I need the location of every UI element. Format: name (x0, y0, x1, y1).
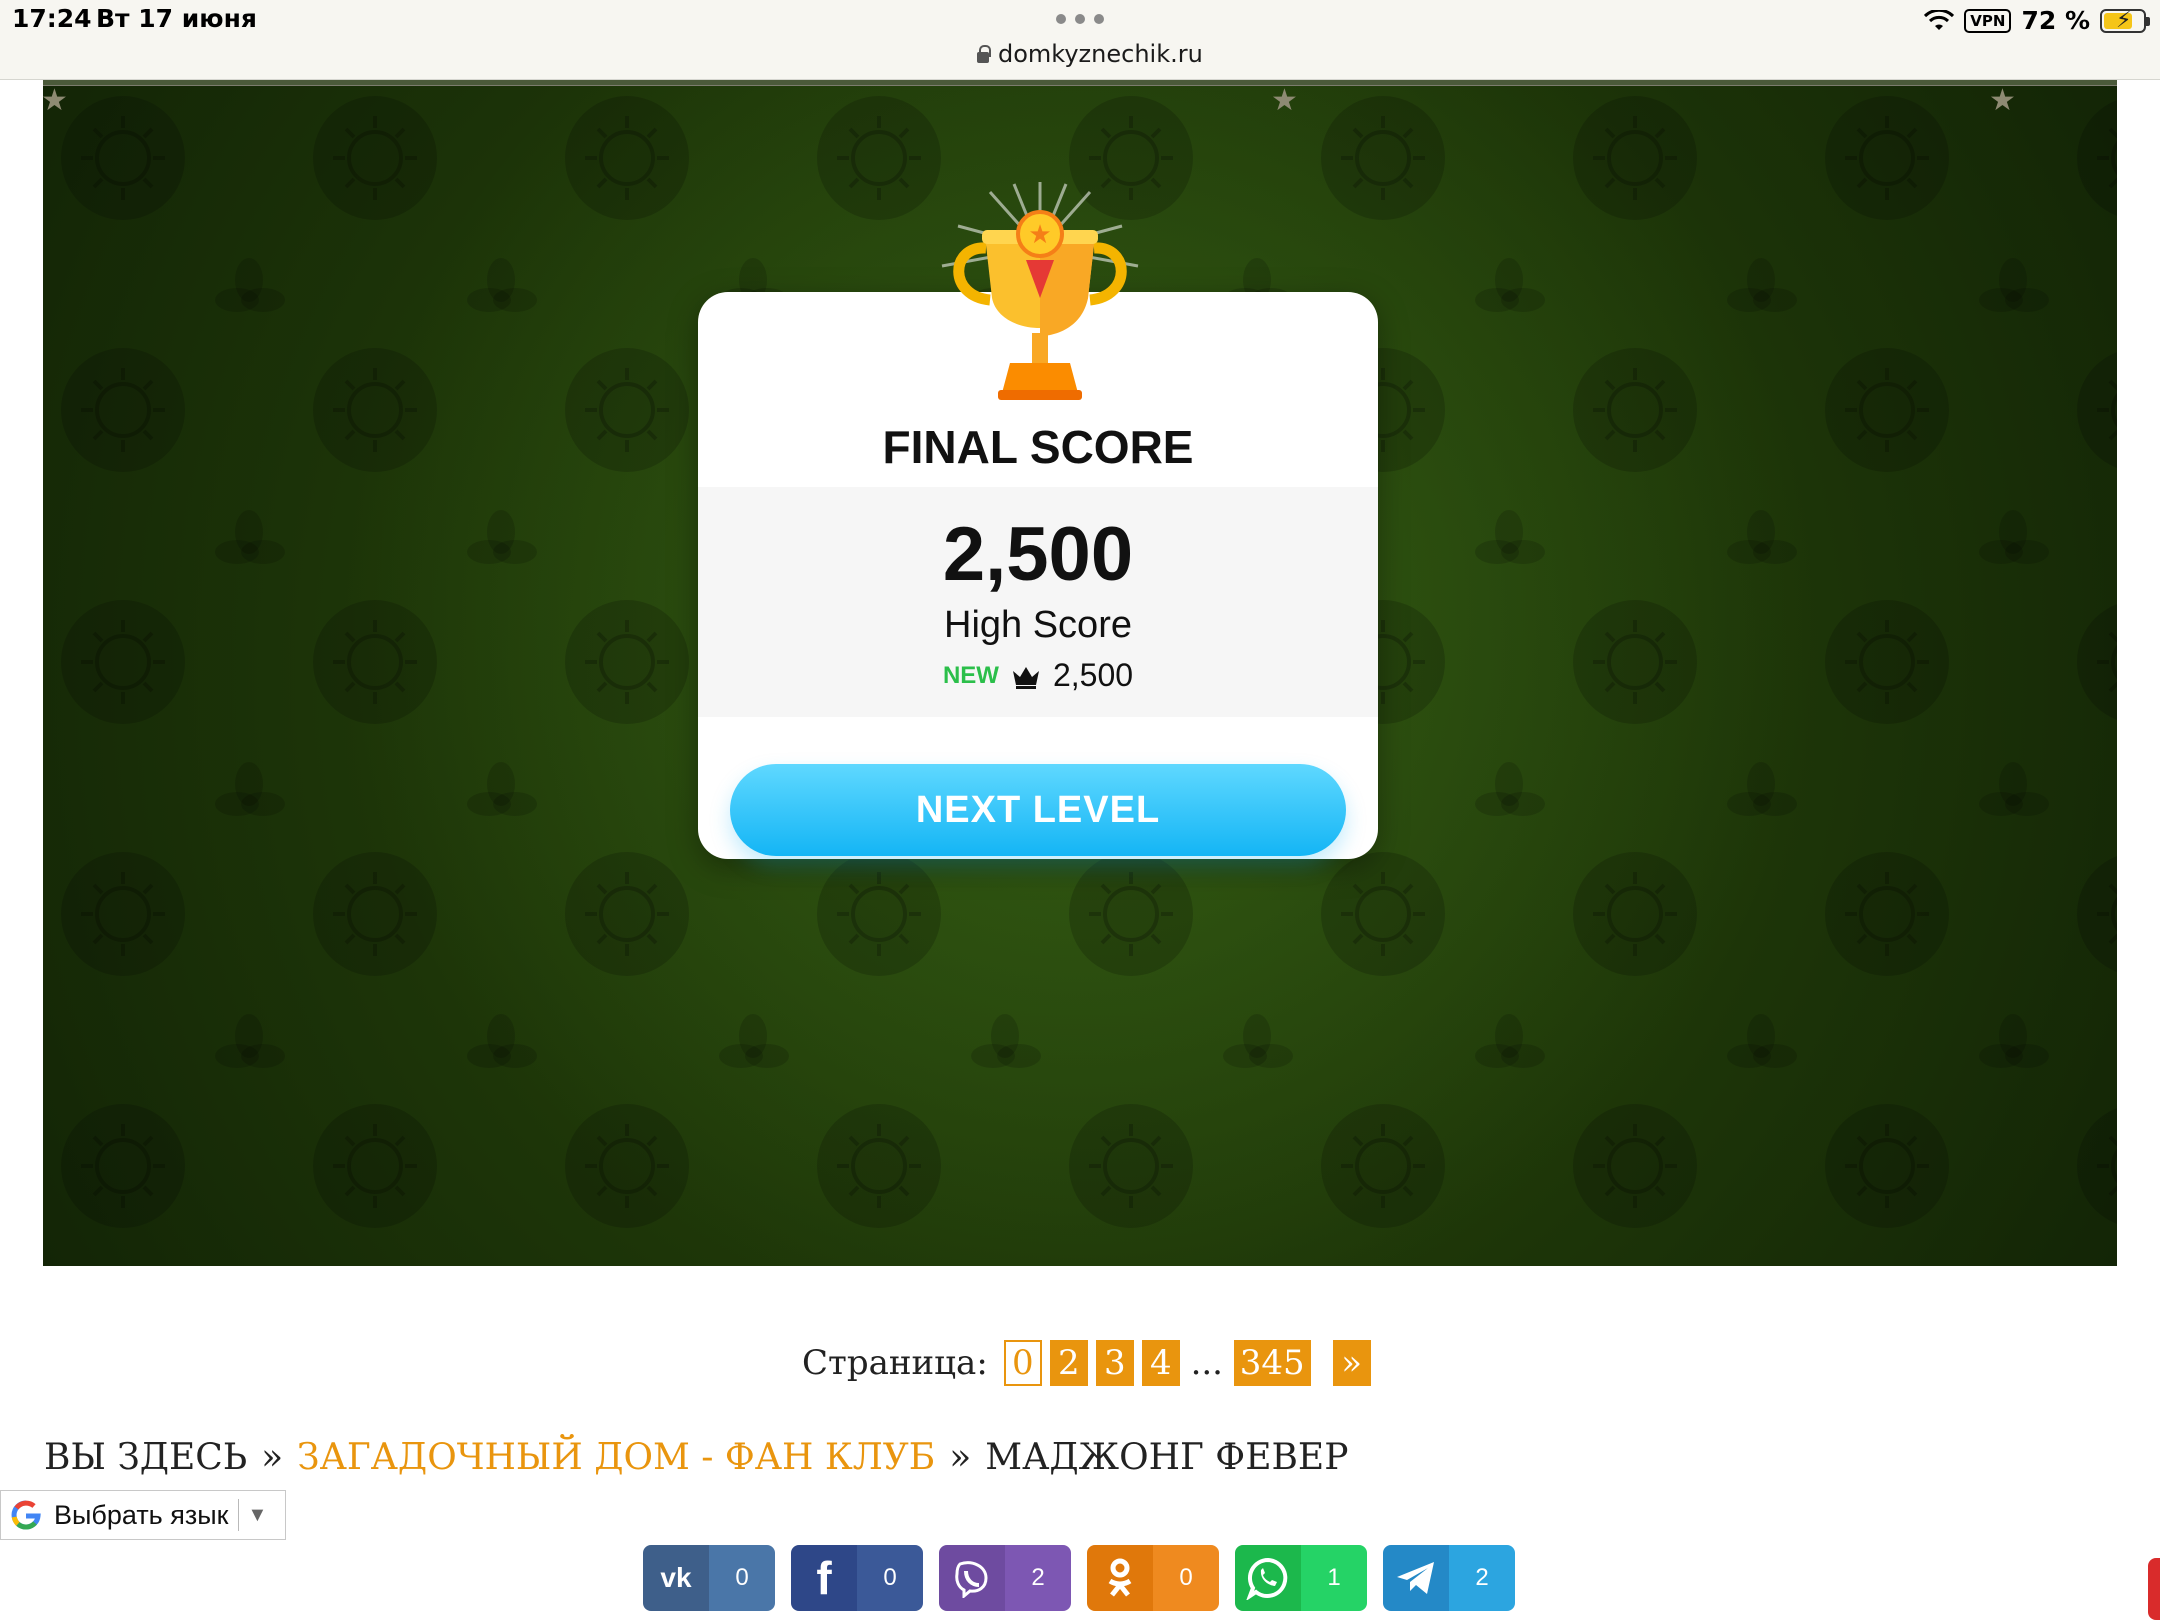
progress-strip (43, 80, 2117, 86)
date: Вт 17 июня (96, 4, 257, 33)
vk-icon: vk (643, 1545, 709, 1611)
odnoklassniki-icon (1087, 1545, 1153, 1611)
wifi-icon (1924, 9, 1955, 30)
share-telegram-button[interactable]: 2 (1383, 1545, 1515, 1611)
address-bar[interactable]: domkyznechik.ru (976, 40, 1203, 68)
page-link[interactable]: 4 (1141, 1340, 1180, 1386)
breadcrumb-separator: » (949, 1437, 972, 1478)
share-whatsapp-button[interactable]: 1 (1235, 1545, 1367, 1611)
page-next-button[interactable]: » (1332, 1340, 1371, 1386)
high-score-value: 2,500 (1052, 657, 1134, 693)
google-icon (11, 1500, 41, 1530)
pagination-label: Страница: (802, 1343, 988, 1383)
share-facebook-button[interactable]: f 0 (791, 1545, 923, 1611)
breadcrumb: ВЫ ЗДЕСЬ » ЗАГАДОЧНЫЙ ДОМ - ФАН КЛУБ » М… (44, 1437, 1348, 1478)
pagination: Страница: 0 2 3 4 ... 345 » (802, 1339, 1371, 1387)
language-select[interactable]: Выбрать язык ▼ (0, 1490, 286, 1540)
share-count: 0 (857, 1545, 923, 1611)
page-link[interactable]: 2 (1049, 1340, 1088, 1386)
svg-text:★: ★ (1028, 220, 1051, 250)
battery-icon: ⚡ (2100, 8, 2150, 33)
divider (238, 1499, 240, 1531)
new-badge: NEW (942, 661, 999, 689)
page-ellipsis: ... (1190, 1343, 1223, 1383)
vpn-badge: VPN (1964, 8, 2012, 33)
trophy-icon: ★ (941, 182, 1139, 400)
multitask-dots-icon[interactable] (1056, 14, 1104, 24)
share-count: 2 (1449, 1545, 1515, 1611)
share-vk-button[interactable]: vk 0 (643, 1545, 775, 1611)
high-score-row: NEW 2,500 (698, 657, 1378, 694)
telegram-icon (1383, 1545, 1449, 1611)
share-count: 2 (1005, 1545, 1071, 1611)
page-current: 0 (1003, 1340, 1042, 1386)
share-count: 1 (1301, 1545, 1367, 1611)
share-viber-button[interactable]: 2 (939, 1545, 1071, 1611)
viber-icon (939, 1545, 1005, 1611)
star-icon: ★ (43, 83, 68, 118)
share-count: 0 (709, 1545, 775, 1611)
share-bar: vk 0 f 0 2 0 1 2 (643, 1545, 1515, 1611)
battery-percent: 72 % (2021, 6, 2090, 35)
whatsapp-icon (1235, 1545, 1301, 1611)
breadcrumb-prefix: ВЫ ЗДЕСЬ (44, 1437, 248, 1478)
language-select-label: Выбрать язык (54, 1499, 229, 1530)
page-link[interactable]: 3 (1095, 1340, 1134, 1386)
clock: 17:24 (12, 4, 92, 33)
star-icon: ★ (1989, 83, 2016, 118)
star-icon: ★ (1271, 83, 1298, 118)
high-score-label: High Score (944, 604, 1132, 646)
next-level-button[interactable]: NEXT LEVEL (730, 764, 1346, 856)
score-panel: 2,500 High Score NEW 2,500 (698, 487, 1378, 717)
crown-icon (1012, 666, 1039, 689)
breadcrumb-current: МАДЖОНГ ФЕВЕР (985, 1437, 1349, 1478)
chevron-down-icon: ▼ (247, 1503, 268, 1526)
breadcrumb-link-fan-club[interactable]: ЗАГАДОЧНЫЙ ДОМ - ФАН КЛУБ (297, 1437, 935, 1478)
url-text: domkyznechik.ru (998, 40, 1203, 68)
breadcrumb-separator: » (261, 1437, 284, 1478)
facebook-icon: f (791, 1545, 857, 1611)
status-bar: 17:24 Вт 17 июня domkyznechik.ru VPN 72 … (0, 0, 2160, 80)
share-count: 0 (1153, 1545, 1219, 1611)
page-link-last[interactable]: 345 (1233, 1340, 1311, 1386)
lock-icon (976, 45, 991, 63)
final-score-value: 2,500 (942, 512, 1134, 597)
share-odnoklassniki-button[interactable]: 0 (1087, 1545, 1219, 1611)
side-tab[interactable] (2148, 1558, 2160, 1620)
